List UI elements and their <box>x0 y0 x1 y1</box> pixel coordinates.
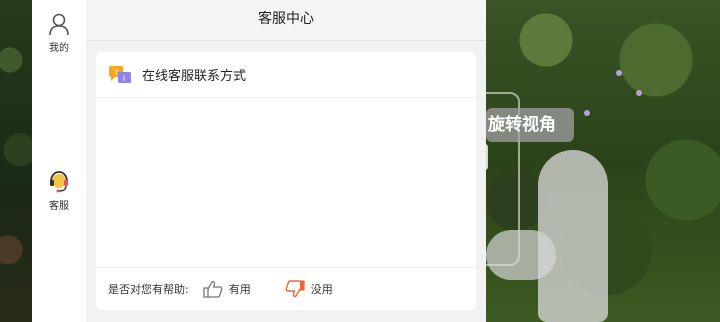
feedback-bar: 是否对您有帮助: 有用 没用 <box>96 267 476 310</box>
helpful-label: 有用 <box>228 283 251 296</box>
page-title: 客服中心 <box>86 0 486 41</box>
feedback-question: 是否对您有帮助: <box>108 283 189 296</box>
sidebar: 我的 客服 <box>32 0 86 322</box>
not-helpful-button[interactable]: 没用 <box>285 280 333 298</box>
not-helpful-label: 没用 <box>310 283 333 296</box>
thumbs-down-icon <box>285 280 305 298</box>
flower-decoration <box>616 70 622 76</box>
thumbs-up-icon <box>203 280 223 298</box>
tutorial-hand-icon <box>538 150 608 322</box>
svg-text:i: i <box>123 74 125 83</box>
helpful-button[interactable]: 有用 <box>203 280 251 298</box>
customer-service-panel: 客服中心 ? i 在线客服联系方式 是否对您有帮助: 有用 没用 <box>86 0 486 322</box>
user-icon <box>49 13 69 36</box>
chat-bubbles-icon: ? i <box>109 65 131 83</box>
game-background-right: 旋转视角 <box>486 0 720 322</box>
contact-card-header[interactable]: ? i 在线客服联系方式 <box>96 52 476 98</box>
sidebar-item-service[interactable]: 客服 <box>32 170 86 212</box>
sidebar-item-mine[interactable]: 我的 <box>32 12 86 54</box>
flower-decoration <box>636 90 642 96</box>
headset-icon <box>50 171 68 193</box>
rotate-view-hint-text: 旋转视角 <box>488 115 556 135</box>
rotate-view-handle[interactable] <box>486 144 488 170</box>
svg-text:?: ? <box>114 68 118 77</box>
rotate-view-hint: 旋转视角 <box>486 108 574 142</box>
flower-decoration <box>584 110 590 116</box>
sidebar-item-label: 我的 <box>49 43 69 54</box>
game-background-left <box>0 0 32 322</box>
sidebar-item-label: 客服 <box>49 201 69 212</box>
tutorial-hand-palm <box>486 230 556 280</box>
contact-card-title: 在线客服联系方式 <box>142 69 247 84</box>
contact-card: ? i 在线客服联系方式 是否对您有帮助: 有用 没用 <box>96 52 476 310</box>
